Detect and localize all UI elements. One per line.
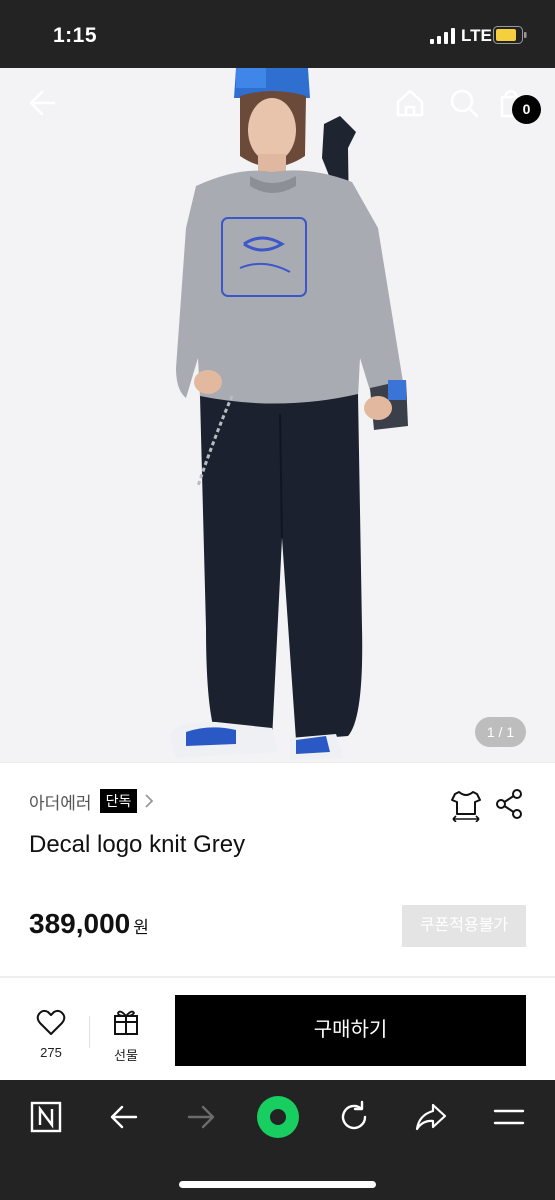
network-type: LTE xyxy=(461,26,492,45)
refresh-icon[interactable] xyxy=(334,1097,374,1137)
like-count: 275 xyxy=(40,1045,62,1060)
battery-icon xyxy=(493,26,527,44)
home-indicator xyxy=(179,1181,376,1188)
chevron-right-icon xyxy=(145,794,154,808)
purchase-action-bar: 275 선물 구매하기 xyxy=(0,978,555,1080)
buy-now-button[interactable]: 구매하기 xyxy=(175,995,526,1066)
size-guide-icon[interactable] xyxy=(449,788,483,822)
like-button[interactable]: 275 xyxy=(22,1008,80,1060)
product-info: 아더에러 단독 Decal logo knit Grey 389,000 원 쿠… xyxy=(0,762,555,976)
heart-icon xyxy=(36,1009,66,1035)
menu-icon[interactable] xyxy=(489,1097,529,1137)
share-icon[interactable] xyxy=(494,788,524,820)
share-arrow-icon[interactable] xyxy=(411,1097,451,1137)
exclusive-badge: 단독 xyxy=(99,789,138,813)
product-title: Decal logo knit Grey xyxy=(29,831,246,858)
cellular-signal-icon xyxy=(430,28,455,44)
price-row: 389,000 원 xyxy=(29,908,149,940)
back-arrow-icon[interactable] xyxy=(26,86,60,120)
brand-name: 아더에러 xyxy=(29,793,92,813)
status-time: 1:15 xyxy=(53,24,98,47)
currency-unit: 원 xyxy=(133,918,149,937)
naver-n-icon[interactable] xyxy=(26,1097,66,1137)
back-arrow-icon[interactable] xyxy=(104,1097,144,1137)
coupon-unavailable-button[interactable]: 쿠폰적용불가 xyxy=(402,905,526,947)
product-price: 389,000 xyxy=(29,908,131,939)
model-photo xyxy=(0,68,555,762)
cart-count-badge: 0 xyxy=(512,95,541,124)
gift-icon xyxy=(114,1010,138,1035)
image-counter: 1 / 1 xyxy=(475,717,526,747)
gift-label: 선물 xyxy=(114,1048,138,1063)
search-icon[interactable] xyxy=(447,86,481,120)
product-page: 1:15 LTE 0 1 / 1 아더에러 단독 Decal logo knit… xyxy=(0,0,555,1200)
gift-button[interactable]: 선물 xyxy=(100,1008,152,1064)
action-separator xyxy=(89,1016,90,1048)
home-icon[interactable] xyxy=(393,86,427,120)
green-home-dot-icon[interactable] xyxy=(256,1095,300,1139)
product-image[interactable] xyxy=(0,68,555,762)
status-bar: 1:15 LTE xyxy=(0,0,555,68)
forward-arrow-icon[interactable] xyxy=(181,1097,221,1137)
brand-link[interactable]: 아더에러 단독 xyxy=(29,788,155,814)
